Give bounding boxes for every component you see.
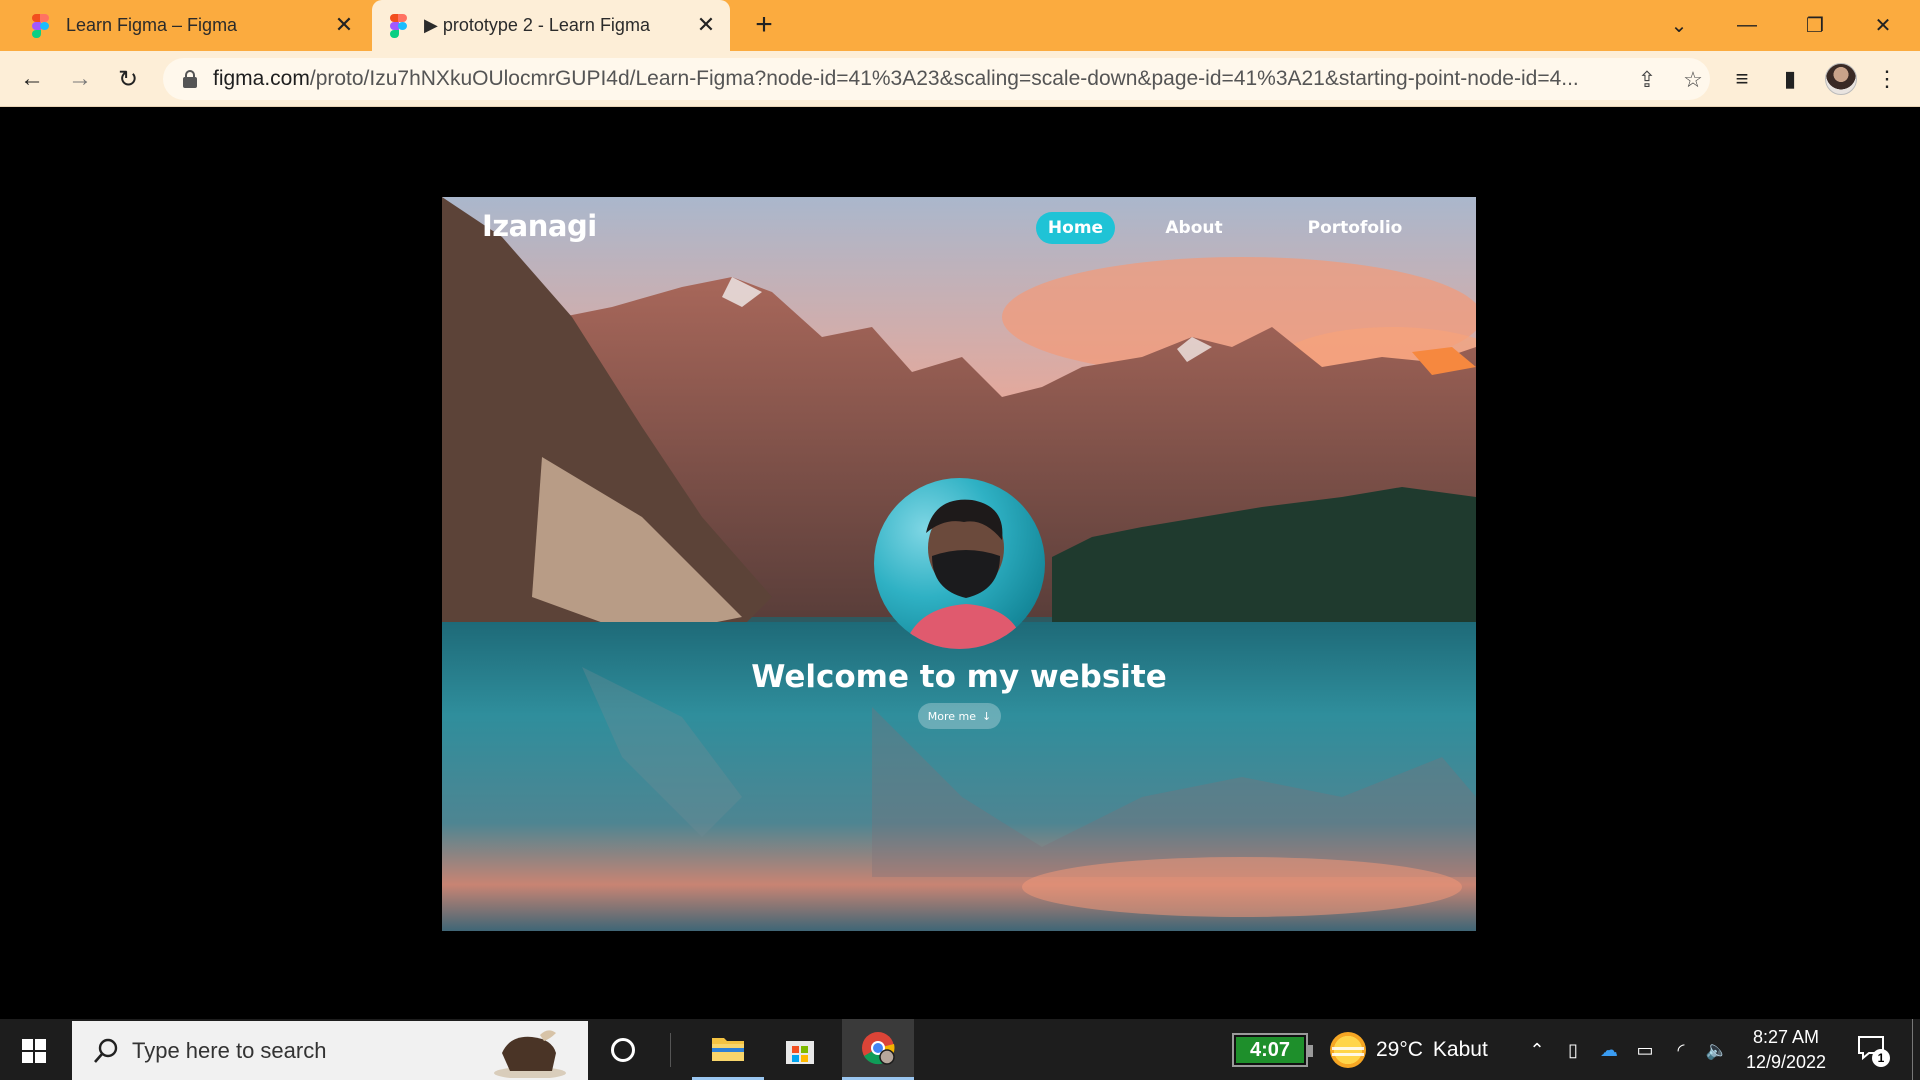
nav-about[interactable]: About [1154, 212, 1234, 244]
battery-time: 4:07 [1236, 1037, 1304, 1063]
nav-home[interactable]: Home [1036, 212, 1115, 244]
notification-badge: 1 [1872, 1049, 1890, 1067]
close-icon[interactable]: ✕ [694, 12, 718, 37]
back-arrow-icon[interactable]: ← [14, 61, 50, 97]
url-path: /proto/Izu7hNXkuOUlocmrGUPI4d/Learn-Figm… [309, 67, 1579, 90]
folder-icon [712, 1038, 744, 1061]
profile-avatar[interactable] [1825, 63, 1857, 95]
star-icon[interactable]: ☆ [1679, 66, 1707, 94]
weather-sun-icon [1330, 1032, 1366, 1068]
battery-icon[interactable]: ▭ [1632, 1037, 1658, 1063]
tab-title: ▶ prototype 2 - Learn Figma [424, 15, 650, 35]
close-window-icon[interactable]: ✕ [1858, 8, 1908, 42]
yak-illustration-icon [494, 1030, 566, 1078]
weather-condition: Kabut [1432, 1038, 1488, 1061]
tab-prototype-2[interactable]: ▶ prototype 2 - Learn Figma ✕ [372, 0, 730, 51]
site-logo[interactable]: Izanagi [482, 209, 597, 243]
windows-taskbar: Type here to search 4:07 29°C Kabut ⌃ ▯ … [0, 1019, 1920, 1080]
show-desktop-strip[interactable] [1912, 1019, 1913, 1080]
plus-icon[interactable]: + [748, 8, 780, 42]
taskbar-divider [670, 1033, 671, 1067]
battery-timer-widget[interactable]: 4:07 [1232, 1033, 1313, 1067]
system-clock[interactable]: 8:27 AM 12/9/2022 [1728, 1025, 1844, 1075]
file-explorer-app[interactable] [692, 1019, 764, 1080]
cortana-icon[interactable] [611, 1038, 635, 1062]
more-menu-icon[interactable]: ⋮ [1872, 64, 1902, 94]
action-center-icon[interactable]: 1 [1858, 1036, 1890, 1067]
lock-icon[interactable] [183, 70, 197, 88]
more-me-button[interactable]: More me ↓ [918, 703, 1001, 729]
restore-icon[interactable]: ❐ [1790, 8, 1840, 42]
website-hero-frame: Izanagi Home About Portofolio Welcome to… [442, 197, 1476, 931]
prototype-viewport: Izanagi Home About Portofolio Welcome to… [0, 107, 1920, 1019]
address-bar[interactable]: figma.com/proto/Izu7hNXkuOUlocmrGUPI4d/L… [163, 58, 1710, 100]
tab-search-chevron-icon[interactable]: ⌄ [1654, 8, 1704, 42]
chrome-app[interactable] [842, 1019, 914, 1080]
clock-date: 12/9/2022 [1745, 1052, 1827, 1072]
chevron-up-icon[interactable]: ⌃ [1524, 1037, 1550, 1063]
toolbar: ← → ↻ figma.com/proto/Izu7hNXkuOUlocmrGU… [0, 51, 1920, 107]
arrow-down-icon: ↓ [982, 709, 992, 723]
wifi-icon[interactable]: ◜ [1668, 1037, 1694, 1063]
minimize-icon[interactable]: — [1722, 8, 1772, 42]
search-placeholder: Type here to search [132, 1037, 327, 1063]
clock-time: 8:27 AM [1752, 1027, 1820, 1047]
profile-photo [874, 478, 1045, 649]
more-me-label: More me [927, 709, 977, 723]
figma-icon [32, 13, 50, 38]
speaker-icon[interactable]: 🔈 [1704, 1037, 1730, 1063]
onedrive-cloud-icon[interactable]: ☁ [1596, 1037, 1622, 1063]
store-icon [786, 1040, 814, 1064]
url-host: figma.com [213, 67, 310, 90]
share-icon[interactable]: ⇪ [1633, 66, 1661, 94]
tab-strip: Learn Figma – Figma ✕ ▶ prototype 2 - Le… [0, 0, 1920, 51]
weather-temp: 29°C [1376, 1038, 1423, 1061]
hero-headline: Welcome to my website [751, 659, 1167, 695]
taskbar-search-box[interactable]: Type here to search [72, 1021, 588, 1080]
tab-learn-figma[interactable]: Learn Figma – Figma ✕ [28, 0, 368, 51]
weather-widget[interactable]: 29°C Kabut [1330, 1031, 1488, 1069]
figma-icon [390, 13, 408, 38]
reload-icon[interactable]: ↻ [110, 61, 146, 97]
search-icon [94, 1038, 118, 1063]
nav-portfolio[interactable]: Portofolio [1290, 212, 1420, 244]
close-icon[interactable]: ✕ [332, 12, 356, 37]
side-panel-icon[interactable]: ▮ [1775, 64, 1805, 94]
tab-title: Learn Figma – Figma [66, 15, 238, 35]
media-control-icon[interactable]: ≡ [1727, 64, 1757, 94]
chrome-icon [862, 1032, 895, 1065]
meet-now-icon[interactable]: ▯ [1560, 1037, 1586, 1063]
microsoft-store-app[interactable] [764, 1019, 836, 1080]
windows-start-icon[interactable] [22, 1039, 46, 1063]
forward-arrow-icon[interactable]: → [62, 61, 98, 97]
